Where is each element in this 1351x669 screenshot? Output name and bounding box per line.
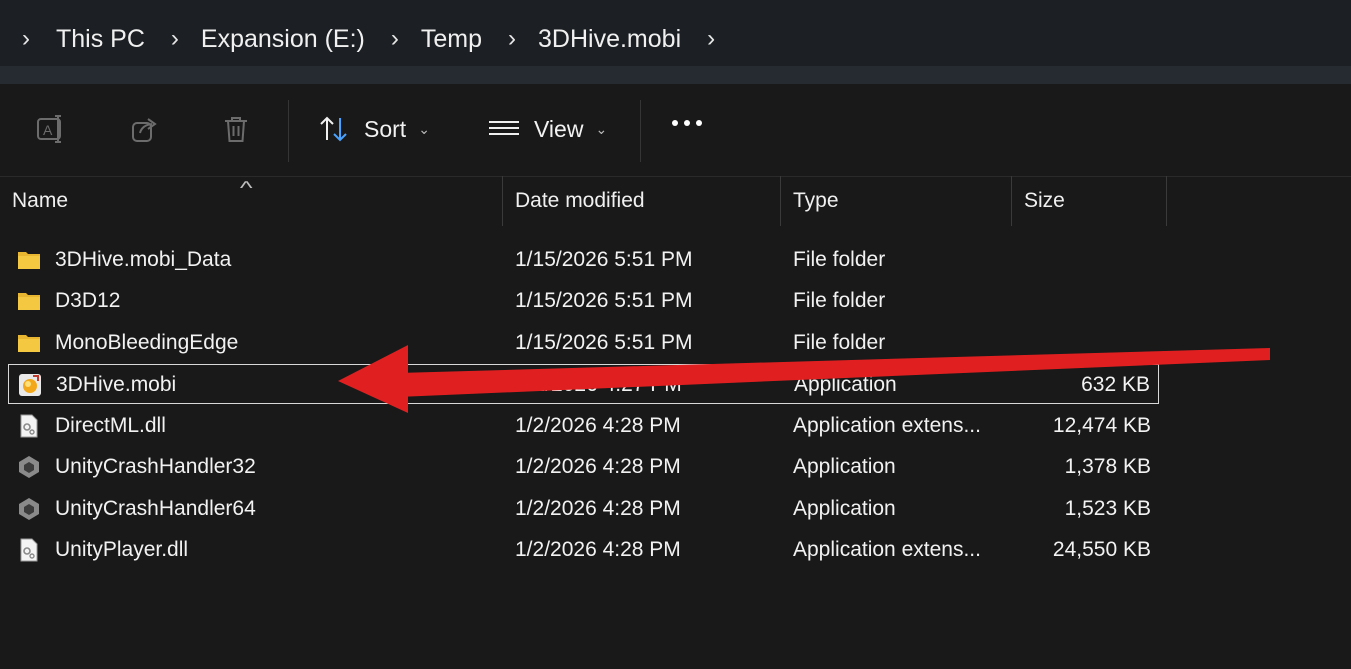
more-options-icon[interactable] [672, 120, 702, 126]
column-divider[interactable] [780, 176, 781, 226]
file-size: 632 KB [1081, 373, 1150, 396]
address-bar: › This PC › Expansion (E:) › Temp › 3DHi… [0, 0, 1351, 84]
sort-button[interactable]: Sort ⌄ [318, 112, 430, 146]
file-size: 1,378 KB [1064, 455, 1151, 478]
file-type: File folder [793, 289, 886, 312]
file-size: 24,550 KB [1052, 538, 1151, 561]
table-row[interactable]: MonoBleedingEdge 1/15/2026 5:51 PM File … [8, 323, 1159, 363]
column-divider[interactable] [502, 176, 503, 226]
breadcrumb-chevron-icon[interactable]: › [707, 25, 715, 53]
column-divider[interactable] [1166, 176, 1167, 226]
file-date: 1/15/2026 5:51 PM [515, 331, 693, 354]
svg-text:A: A [43, 122, 53, 138]
file-name: UnityCrashHandler64 [55, 497, 256, 520]
command-bar-separator [288, 100, 289, 162]
file-name: MonoBleedingEdge [55, 331, 239, 354]
sort-ascending-caret-icon: ^ [239, 178, 253, 198]
file-date: 1/2/2026 4:28 PM [515, 497, 681, 520]
delete-icon[interactable] [221, 114, 251, 144]
table-row[interactable]: DirectML.dll 1/2/2026 4:28 PM Applicatio… [8, 406, 1159, 446]
breadcrumb-chevron-icon[interactable]: › [508, 25, 516, 53]
breadcrumb: › This PC › Expansion (E:) › Temp › 3DHi… [16, 22, 737, 56]
table-row[interactable]: 3DHive.mobi_Data 1/15/2026 5:51 PM File … [8, 240, 1159, 280]
share-icon[interactable] [130, 114, 160, 144]
sort-label: Sort [364, 115, 407, 142]
folder-icon [18, 293, 40, 310]
file-date: 1/15/2026 5:51 PM [515, 289, 693, 312]
column-header-size[interactable]: Size [1024, 176, 1154, 226]
chevron-down-icon: ⌄ [418, 120, 430, 137]
file-type: Application extens... [793, 414, 981, 437]
dll-icon [20, 414, 38, 438]
dll-icon [20, 538, 38, 562]
sort-arrows-icon [320, 116, 347, 142]
file-date: 1/2/2026 4:28 PM [515, 538, 681, 561]
file-type: Application [793, 455, 896, 478]
view-label: View [534, 115, 584, 142]
table-row[interactable]: UnityCrashHandler32 1/2/2026 4:28 PM App… [8, 447, 1159, 487]
file-date: 1/2/2026 4:28 PM [515, 455, 681, 478]
column-divider[interactable] [1011, 176, 1012, 226]
file-name: DirectML.dll [55, 414, 166, 437]
breadcrumb-this-pc[interactable]: This PC [56, 25, 145, 54]
chevron-down-icon: ⌄ [595, 120, 608, 137]
file-type: File folder [793, 248, 886, 271]
file-date: 1/15/2026 5:51 PM [515, 248, 693, 271]
view-button[interactable]: View ⌄ [488, 112, 607, 146]
app-icon [19, 374, 41, 396]
file-name: 3DHive.mobi_Data [55, 248, 232, 271]
breadcrumb-chevron-icon[interactable]: › [171, 25, 179, 53]
folder-icon [18, 335, 40, 352]
file-name: UnityPlayer.dll [55, 538, 189, 561]
file-name: D3D12 [55, 289, 121, 312]
breadcrumb-current-folder[interactable]: 3DHive.mobi [538, 25, 681, 54]
file-type: Application [793, 497, 896, 520]
unity-icon [19, 498, 39, 520]
breadcrumb-temp[interactable]: Temp [421, 25, 482, 54]
file-size: 1,523 KB [1064, 497, 1151, 520]
column-header-date[interactable]: Date modified [515, 176, 775, 226]
rename-icon[interactable]: A [36, 114, 66, 144]
folder-icon [18, 252, 40, 269]
file-date: 1/2/2026 4:28 PM [515, 414, 681, 437]
file-name: UnityCrashHandler32 [55, 455, 256, 478]
table-row-selected[interactable]: 3DHive.mobi 1/2/2026 4:27 PM Application… [8, 364, 1159, 404]
table-row[interactable]: D3D12 1/15/2026 5:51 PM File folder [8, 281, 1159, 321]
column-headers: Name Date modified Type Size [0, 176, 1351, 226]
address-bar-strip [0, 66, 1351, 84]
unity-icon [19, 456, 39, 478]
list-view-icon [489, 121, 519, 135]
file-size: 12,474 KB [1052, 414, 1151, 437]
breadcrumb-expansion-drive[interactable]: Expansion (E:) [201, 25, 365, 54]
table-row[interactable]: UnityPlayer.dll 1/2/2026 4:28 PM Applica… [8, 530, 1159, 570]
file-type: Application extens... [793, 538, 981, 561]
table-row[interactable]: UnityCrashHandler64 1/2/2026 4:28 PM App… [8, 489, 1159, 529]
file-name: 3DHive.mobi [56, 373, 177, 396]
file-type: Application [794, 373, 897, 396]
file-date: 1/2/2026 4:27 PM [516, 373, 682, 396]
breadcrumb-root-chevron-icon[interactable]: › [22, 25, 30, 53]
column-header-name[interactable]: Name [12, 176, 500, 226]
file-type: File folder [793, 331, 886, 354]
command-bar: A Sort ⌄ View ⌄ [0, 84, 1351, 177]
column-header-type[interactable]: Type [793, 176, 1003, 226]
breadcrumb-chevron-icon[interactable]: › [391, 25, 399, 53]
command-bar-separator [640, 100, 641, 162]
